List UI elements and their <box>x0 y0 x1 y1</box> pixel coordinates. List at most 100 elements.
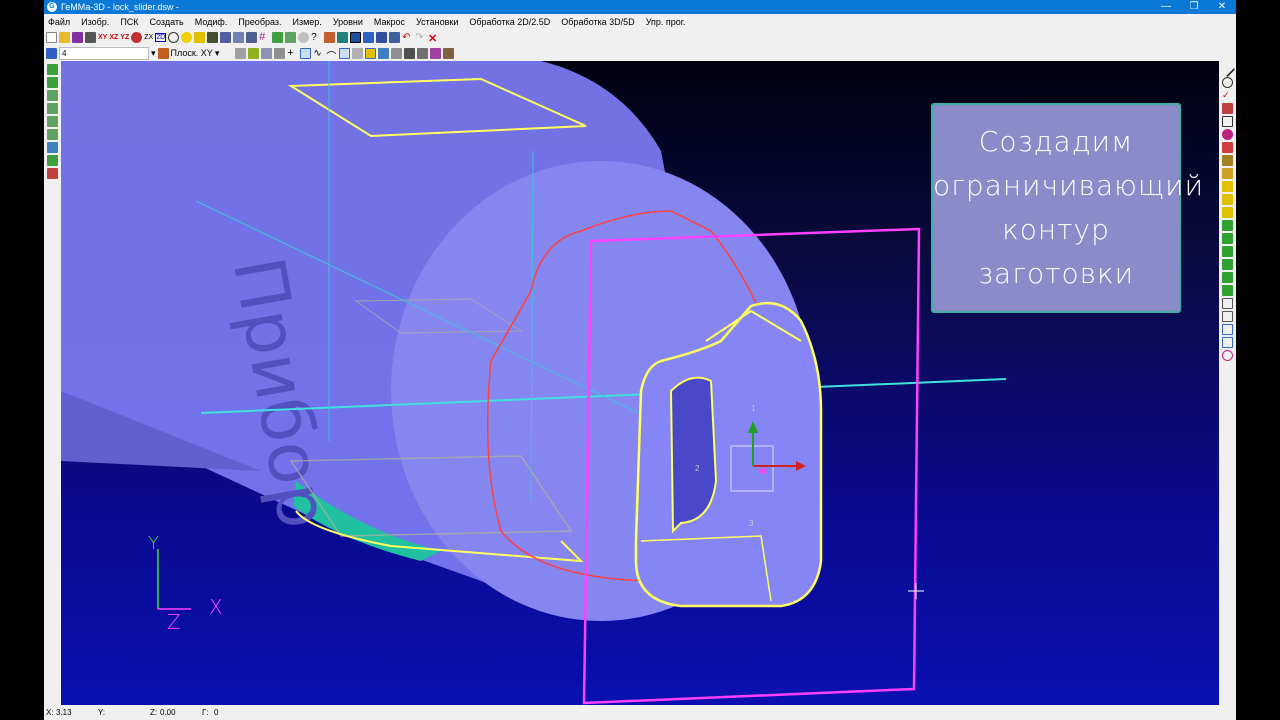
view-zx-button[interactable]: ZX <box>144 34 153 41</box>
ucs-icon[interactable] <box>46 47 57 59</box>
triangle-icon[interactable] <box>47 155 58 166</box>
line-tool-icon[interactable] <box>1219 61 1236 78</box>
restore-button[interactable]: ❐ <box>1180 0 1208 14</box>
solid3-icon[interactable] <box>1222 246 1233 257</box>
cut-icon[interactable] <box>1222 103 1233 114</box>
layer-icon[interactable] <box>350 31 362 43</box>
surface-icon[interactable] <box>365 47 377 59</box>
point-icon[interactable]: + <box>287 47 298 59</box>
save-icon[interactable] <box>72 31 83 43</box>
layer2-icon[interactable] <box>376 31 388 43</box>
menu-modify[interactable]: Модиф. <box>195 17 228 27</box>
solid2-icon[interactable] <box>1222 233 1233 244</box>
menu-settings[interactable]: Установки <box>416 17 458 27</box>
frame2-icon[interactable] <box>1222 311 1233 322</box>
circle-icon[interactable] <box>168 31 180 43</box>
frame4-icon[interactable] <box>1222 337 1233 348</box>
menu-create[interactable]: Создать <box>150 17 184 27</box>
view-window3-icon[interactable] <box>246 31 258 43</box>
close-button[interactable]: ✕ <box>1208 0 1236 14</box>
help-icon[interactable]: ? <box>311 32 322 43</box>
layers-icon[interactable] <box>363 31 375 43</box>
offset-icon[interactable] <box>391 47 403 59</box>
fillet-icon[interactable] <box>404 47 416 59</box>
chart-icon[interactable] <box>443 47 455 59</box>
hatch-icon[interactable] <box>274 47 286 59</box>
3d-viewport[interactable]: Прибор 2 1 3 Y X Z Создадим ограничивающ… <box>61 61 1219 705</box>
tool-icon[interactable] <box>207 31 219 43</box>
menu-transform[interactable]: Преобраз. <box>238 17 281 27</box>
frame3-icon[interactable] <box>1222 324 1233 335</box>
delete-icon[interactable]: ✕ <box>428 32 439 45</box>
rotate-icon[interactable] <box>47 90 58 101</box>
solid6-icon[interactable] <box>1222 285 1233 296</box>
rectangle-tool-icon[interactable] <box>1222 116 1233 127</box>
trim-icon[interactable] <box>378 47 390 59</box>
undo-icon[interactable]: ↶ <box>402 32 413 43</box>
undo-transform-icon[interactable] <box>47 142 58 153</box>
text-icon[interactable] <box>417 47 429 59</box>
print-icon[interactable] <box>85 31 96 43</box>
check-icon[interactable]: ✓ <box>1222 90 1233 101</box>
view-xy-button[interactable]: XY <box>98 34 107 41</box>
menu-file[interactable]: Файл <box>48 17 70 27</box>
sphere-icon[interactable] <box>181 31 193 43</box>
surface3-icon[interactable] <box>1222 207 1233 218</box>
pen-icon[interactable] <box>285 31 297 43</box>
new-file-icon[interactable] <box>46 31 57 43</box>
face-icon[interactable] <box>298 31 310 43</box>
fill-icon[interactable] <box>352 47 364 59</box>
menu-macro[interactable]: Макрос <box>374 17 405 27</box>
solid-icon[interactable] <box>1222 220 1233 231</box>
line-icon[interactable] <box>300 47 312 59</box>
level-select[interactable]: 4 <box>59 46 149 60</box>
plane-dropdown-icon[interactable]: ▾ <box>215 48 220 59</box>
plane-select[interactable]: Плоск. XY <box>171 48 213 58</box>
menu-machining-2d[interactable]: Обработка 2D/2.5D <box>469 17 550 27</box>
chamfer-icon[interactable] <box>1222 142 1233 153</box>
measure-icon[interactable] <box>430 47 442 59</box>
solid5-icon[interactable] <box>1222 272 1233 283</box>
arc-icon[interactable]: ⌒ <box>326 48 337 63</box>
solid4-icon[interactable] <box>1222 259 1233 270</box>
menu-ucs[interactable]: ПСК <box>120 17 138 27</box>
mirror-icon[interactable] <box>47 103 58 114</box>
extrude-icon[interactable] <box>1222 155 1233 166</box>
menu-program-control[interactable]: Упр. прог. <box>646 17 686 27</box>
layer3-icon[interactable] <box>389 31 401 43</box>
copy-move-icon[interactable] <box>47 77 58 88</box>
snap-grid-icon[interactable] <box>248 47 260 59</box>
grid-icon[interactable]: # <box>259 31 270 43</box>
edit-icon[interactable] <box>272 31 284 43</box>
contour-icon[interactable] <box>339 47 351 59</box>
view-window2-icon[interactable] <box>233 31 245 43</box>
spline-icon[interactable]: ∿ <box>313 48 324 59</box>
circle-tool-icon[interactable] <box>1222 77 1233 88</box>
menu-levels[interactable]: Уровни <box>333 17 363 27</box>
move-icon[interactable] <box>47 64 58 75</box>
arc-tool-icon[interactable] <box>1222 129 1233 140</box>
frame-icon[interactable] <box>1222 298 1233 309</box>
view-yz-button[interactable]: YZ <box>120 34 129 41</box>
snap-icon[interactable] <box>235 47 247 59</box>
array-icon[interactable] <box>47 129 58 140</box>
minimize-button[interactable]: — <box>1152 0 1180 14</box>
surface2-icon[interactable] <box>1222 194 1233 205</box>
menu-machining-3d[interactable]: Обработка 3D/5D <box>561 17 634 27</box>
rotate-view-icon[interactable] <box>131 31 143 43</box>
monitor-icon[interactable] <box>337 31 349 43</box>
level-dropdown-icon[interactable]: ▾ <box>151 48 156 59</box>
snap-object-icon[interactable] <box>261 47 273 59</box>
surface-tool-icon[interactable] <box>1222 181 1233 192</box>
open-file-icon[interactable] <box>59 31 70 43</box>
ring-icon[interactable] <box>1222 350 1233 361</box>
revolve-icon[interactable] <box>1222 168 1233 179</box>
menu-image[interactable]: Изобр. <box>81 17 109 27</box>
view-window-icon[interactable] <box>220 31 232 43</box>
menu-measure[interactable]: Измер. <box>293 17 322 27</box>
view-2d-button[interactable]: 2D <box>155 32 167 42</box>
view-xz-button[interactable]: XZ <box>109 34 118 41</box>
palette-icon[interactable] <box>324 31 336 43</box>
box-icon[interactable] <box>47 168 58 179</box>
redo-icon[interactable]: ↷ <box>415 32 426 43</box>
